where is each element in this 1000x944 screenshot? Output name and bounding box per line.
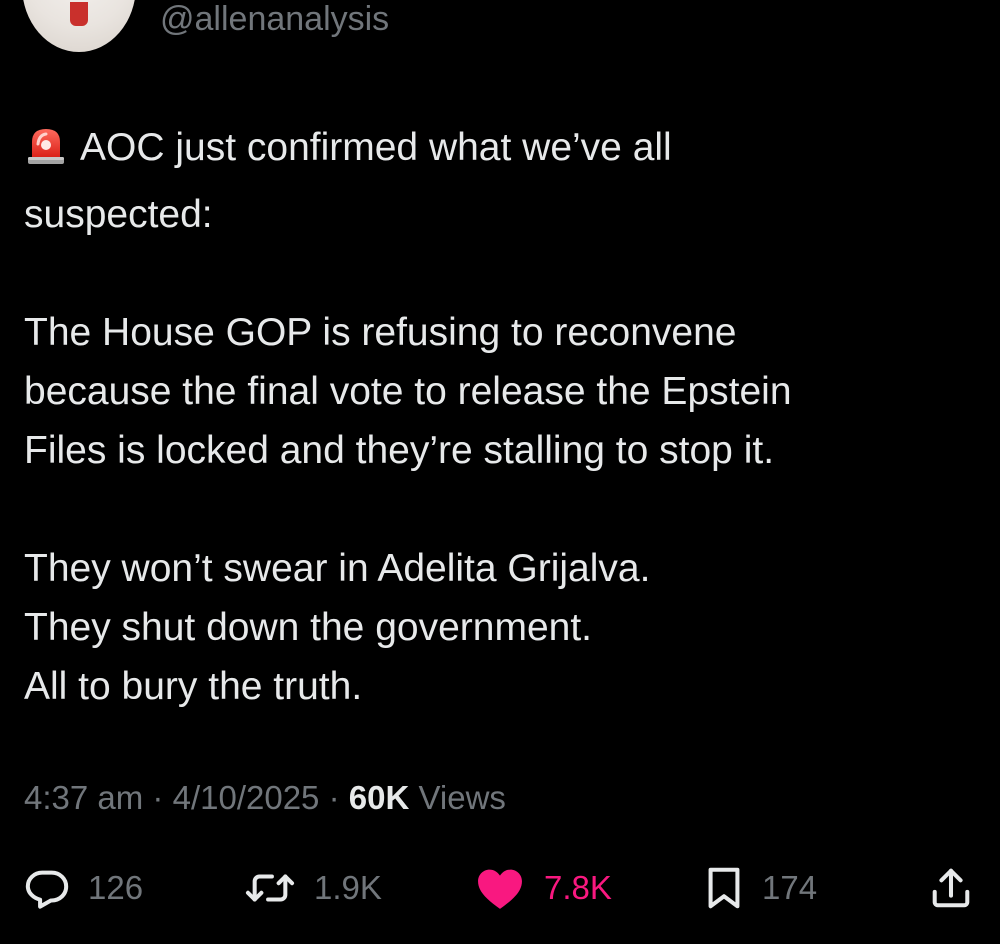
tweet-paragraph-2: The House GOP is refusing to reconvene b… bbox=[24, 311, 792, 472]
tweet-first-line: AOC just confirmed what we’ve all suspec… bbox=[24, 126, 672, 236]
reply-count: 126 bbox=[88, 869, 144, 906]
meta-separator: · bbox=[328, 779, 340, 816]
bookmark-icon bbox=[704, 865, 744, 911]
reply-icon bbox=[24, 865, 70, 911]
tweet-meta: 4:37 am · 4/10/2025 · 60K Views bbox=[24, 778, 506, 818]
like-button[interactable]: 7.8K bbox=[474, 858, 612, 918]
tweet-body: AOC just confirmed what we’ve all suspec… bbox=[24, 118, 974, 716]
tweet-date[interactable]: 4/10/2025 bbox=[173, 779, 320, 816]
tweet-time[interactable]: 4:37 am bbox=[24, 779, 143, 816]
repost-button[interactable]: 1.9K bbox=[244, 858, 382, 918]
bookmark-button[interactable]: 174 bbox=[704, 858, 817, 918]
share-icon bbox=[928, 865, 974, 911]
tweet-paragraph-3: They won’t swear in Adelita Grijalva. Th… bbox=[24, 547, 651, 708]
reply-button[interactable]: 126 bbox=[24, 858, 143, 918]
repost-icon bbox=[244, 865, 296, 911]
avatar-collar-detail bbox=[70, 2, 88, 26]
meta-separator: · bbox=[152, 779, 164, 816]
views-label[interactable]: Views bbox=[418, 779, 505, 816]
views-count[interactable]: 60K bbox=[349, 779, 410, 816]
repost-count: 1.9K bbox=[314, 869, 382, 906]
police-siren-icon bbox=[24, 124, 68, 185]
bookmark-count: 174 bbox=[762, 869, 818, 906]
tweet-paragraph-1: AOC just confirmed what we’ve all suspec… bbox=[24, 118, 974, 244]
tweet-action-bar: 126 1.9K 7.8K 174 bbox=[0, 858, 1000, 918]
author-avatar[interactable] bbox=[22, 0, 136, 52]
heart-icon bbox=[474, 865, 526, 911]
author-handle[interactable]: @allenanalysis bbox=[160, 0, 389, 38]
share-button[interactable] bbox=[928, 858, 974, 918]
like-count: 7.8K bbox=[544, 869, 612, 906]
